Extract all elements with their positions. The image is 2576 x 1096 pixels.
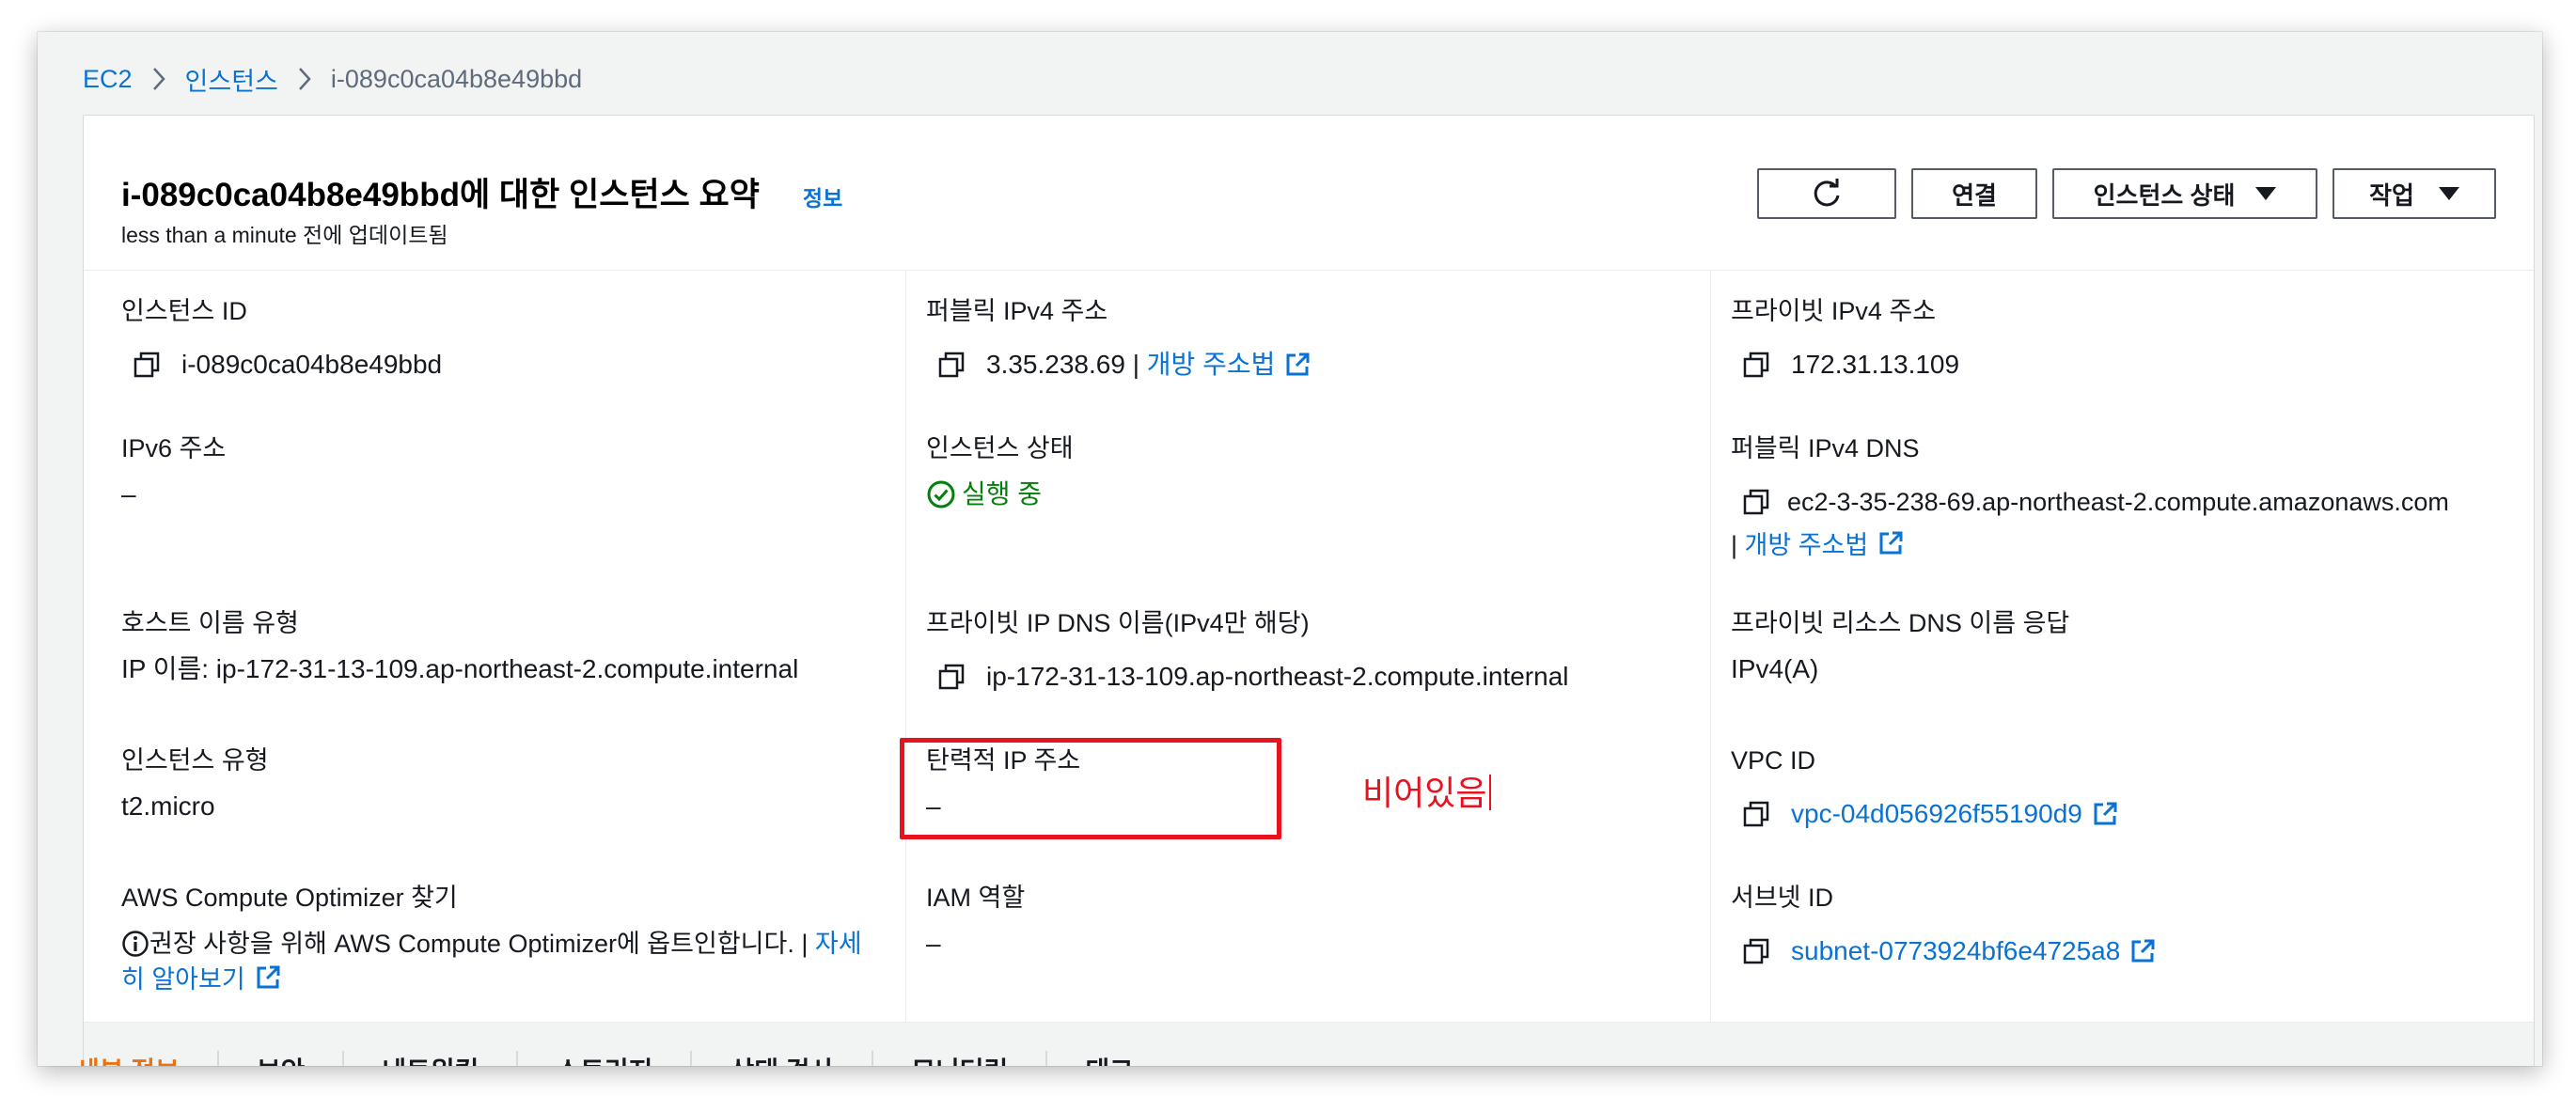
instance-summary-panel: i-089c0ca04b8e49bbd에 대한 인스턴스 요약 정보 less … [83, 115, 2535, 1066]
refresh-button[interactable] [1757, 168, 1896, 219]
field-public-dns: 퍼블릭 IPv4 DNS ec2-3-35-238-69.ap-northeas… [1731, 434, 2449, 559]
check-circle-icon [927, 480, 955, 509]
field-instance-id: 인스턴스 ID i-089c0ca04b8e49bbd [121, 294, 442, 383]
private-ipv4-value: 172.31.13.109 [1791, 350, 1960, 379]
text-cursor [1489, 775, 1492, 810]
actions-button[interactable]: 작업 [2333, 168, 2496, 219]
field-iam-role: IAM 역할 – [926, 881, 1025, 962]
field-private-ipv4: 프라이빗 IPv4 주소 172.31.13.109 [1731, 294, 1959, 383]
copy-icon[interactable] [1742, 937, 1770, 965]
separator-text: | [1731, 531, 1745, 559]
external-link-icon[interactable] [2129, 938, 2156, 964]
breadcrumb-current: i-089c0ca04b8e49bbd [330, 64, 583, 93]
open-address-link[interactable]: 개방 주소법 [1745, 531, 1869, 559]
tab-security[interactable]: 보안 [216, 1051, 343, 1066]
external-link-icon[interactable] [255, 964, 281, 991]
vpc-id-link[interactable]: vpc-04d056926f55190d9 [1791, 796, 2082, 832]
console-window: EC2 인스턴스 i-089c0ca04b8e49bbd i-089c0ca04… [38, 32, 2542, 1066]
refresh-icon [1814, 179, 1840, 207]
instance-state-label: 인스턴스 상태 [2093, 180, 2236, 210]
field-public-ipv4: 퍼블릭 IPv4 주소 3.35.238.69 | 개방 주소법 [926, 294, 1311, 383]
learn-more-link-start[interactable]: 자세 [815, 930, 862, 958]
breadcrumb-ec2[interactable]: EC2 [83, 65, 133, 94]
private-resource-dns-value: IPv4(A) [1731, 654, 1819, 683]
tab-storage[interactable]: 스토리지 [516, 1051, 690, 1066]
external-link-icon[interactable] [1284, 352, 1311, 378]
page-title: i-089c0ca04b8e49bbd에 대한 인스턴스 요약 [121, 177, 760, 213]
info-circle-icon [122, 931, 149, 957]
caret-down-icon [2438, 187, 2459, 200]
elastic-ip-highlight-box [900, 738, 1281, 839]
column-divider [905, 270, 906, 1022]
iam-role-value: – [926, 929, 941, 958]
public-ipv4-value: 3.35.238.69 [986, 350, 1125, 379]
field-subnet-id: 서브넷 ID subnet-0773924bf6e4725a8 [1731, 881, 2156, 969]
learn-more-link-end[interactable]: 히 알아보기 [121, 965, 245, 994]
separator-text: | [1124, 350, 1147, 379]
caret-down-icon [2255, 187, 2277, 200]
breadcrumb-instances[interactable]: 인스턴스 [185, 61, 278, 98]
instance-type-value: t2.micro [121, 791, 215, 821]
info-link[interactable]: 정보 [803, 180, 842, 212]
compute-optimizer-text: 권장 사항을 위해 AWS Compute Optimizer에 옵트인합니다.… [149, 930, 815, 958]
ipv6-value: – [121, 479, 136, 509]
field-instance-state: 인스턴스 상태 실행 중 [926, 431, 1074, 512]
connect-button[interactable]: 연결 [1911, 168, 2037, 219]
instance-id-value: i-089c0ca04b8e49bbd [181, 350, 443, 379]
open-address-link[interactable]: 개방 주소법 [1147, 347, 1276, 383]
summary-header: i-089c0ca04b8e49bbd에 대한 인스턴스 요약 정보 less … [84, 116, 2534, 271]
copy-icon[interactable] [937, 663, 966, 691]
field-hostname-type: 호스트 이름 유형 IP 이름: ip-172-31-13-109.ap-nor… [121, 606, 798, 687]
chevron-right-icon [278, 60, 331, 98]
tab-tags[interactable]: 태그 [1045, 1051, 1171, 1066]
copy-icon[interactable] [937, 351, 966, 379]
copy-icon[interactable] [1742, 488, 1770, 516]
field-private-resource-dns: 프라이빗 리소스 DNS 이름 응답 IPv4(A) [1731, 606, 2069, 687]
hostname-type-value: IP 이름: ip-172-31-13-109.ap-northeast-2.c… [121, 654, 799, 683]
header-actions: 연결 인스턴스 상태 작업 [1757, 168, 2496, 219]
public-dns-value: ec2-3-35-238-69.ap-northeast-2.compute.a… [1787, 488, 2449, 516]
tab-monitoring[interactable]: 모니터링 [872, 1051, 1045, 1066]
external-link-icon[interactable] [2092, 801, 2118, 827]
copy-icon[interactable] [1742, 800, 1770, 828]
field-private-dns: 프라이빗 IP DNS 이름(IPv4만 해당) ip-172-31-13-10… [926, 606, 1569, 695]
copy-icon[interactable] [1742, 351, 1770, 379]
annotation-text: 비어있음 [1362, 766, 1492, 815]
tab-details[interactable]: 세부 정보 [75, 1051, 217, 1066]
field-compute-optimizer: AWS Compute Optimizer 찾기 권장 사항을 위해 AWS C… [121, 884, 862, 994]
instance-state-button[interactable]: 인스턴스 상태 [2052, 168, 2317, 219]
tab-networking[interactable]: 네트워킹 [342, 1051, 516, 1066]
actions-label: 작업 [2369, 180, 2414, 210]
instance-state-value: 실행 중 [962, 479, 1043, 509]
tab-status-checks[interactable]: 상태 검사 [690, 1051, 872, 1066]
last-updated-text: less than a minute 전에 업데이트됨 [121, 223, 448, 247]
subnet-id-link[interactable]: subnet-0773924bf6e4725a8 [1791, 933, 2120, 969]
copy-icon[interactable] [133, 351, 161, 379]
field-ipv6: IPv6 주소 – [121, 431, 226, 512]
private-dns-value: ip-172-31-13-109.ap-northeast-2.compute.… [986, 662, 1569, 691]
detail-tabs: 세부 정보 보안 네트워킹 스토리지 상태 검사 모니터링 태그 [75, 1051, 1171, 1066]
external-link-icon[interactable] [1877, 530, 1904, 556]
chevron-right-icon [133, 60, 185, 98]
breadcrumb: EC2 인스턴스 i-089c0ca04b8e49bbd [83, 53, 582, 105]
column-divider [1710, 270, 1711, 1022]
field-instance-type: 인스턴스 유형 t2.micro [121, 744, 269, 824]
field-vpc-id: VPC ID vpc-04d056926f55190d9 [1731, 744, 2118, 832]
